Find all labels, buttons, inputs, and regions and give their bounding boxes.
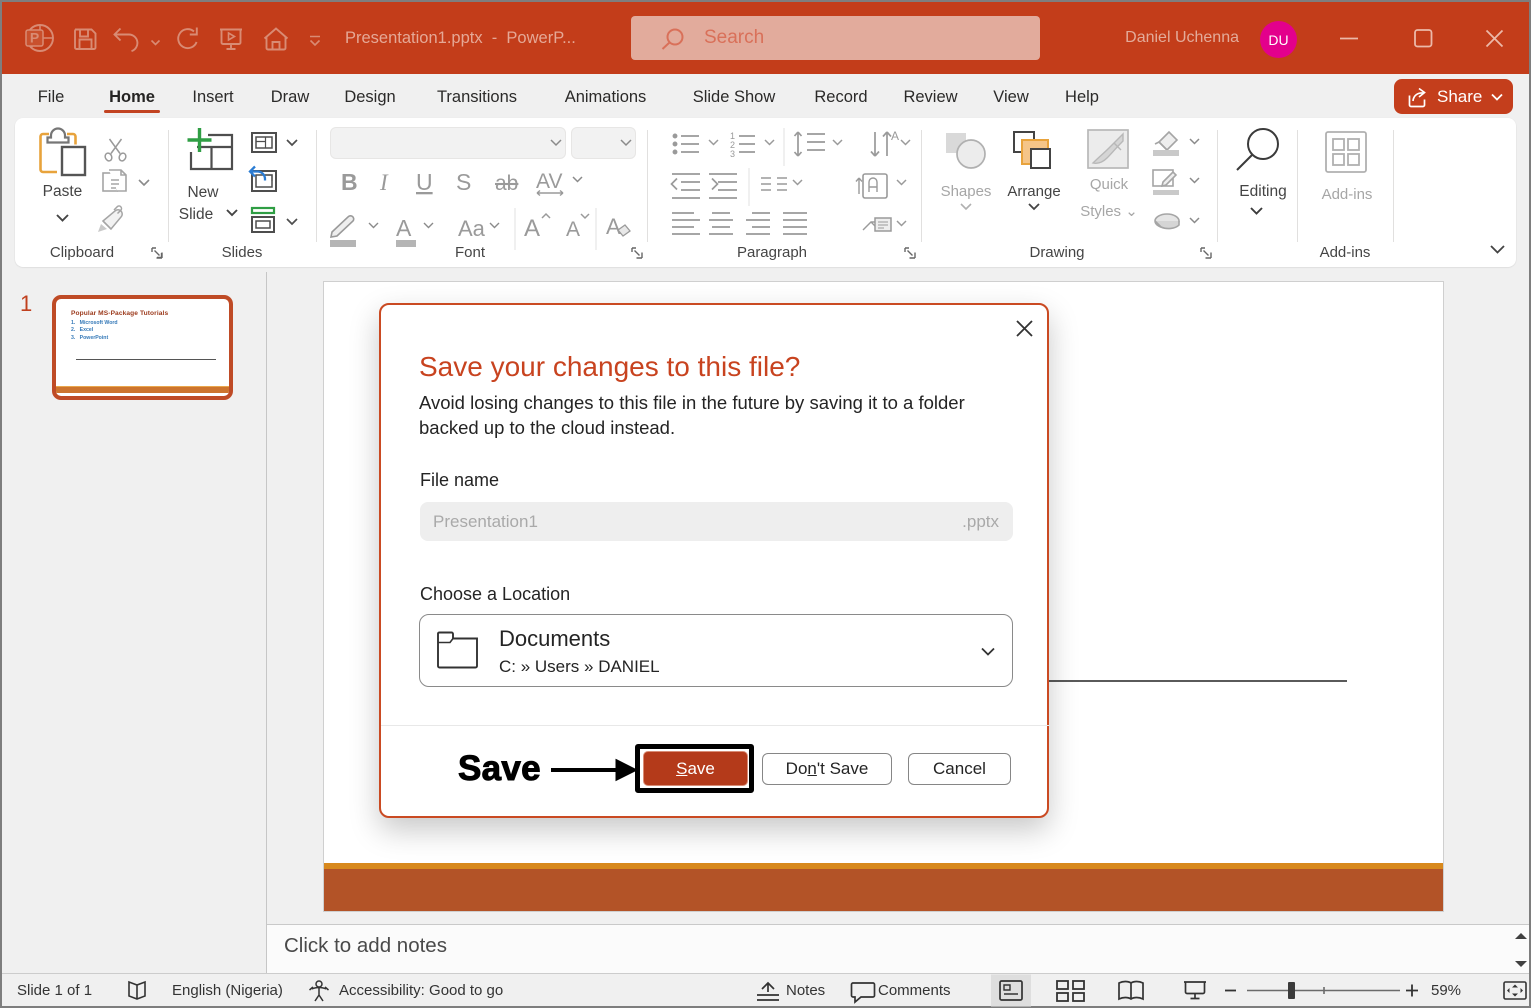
svg-text:A: A [566,218,580,241]
svg-text:A: A [606,214,621,239]
svg-text:3: 3 [730,149,735,159]
svg-text:A: A [891,129,899,143]
svg-text:S: S [456,169,471,195]
svg-text:Aa: Aa [458,216,486,241]
svg-text:A: A [524,215,540,242]
svg-text:ab: ab [495,172,518,195]
svg-text:A: A [396,215,412,241]
svg-text:U: U [416,169,433,195]
svg-text:I: I [379,170,389,195]
svg-text:B: B [341,169,358,195]
svg-text:P: P [30,30,39,46]
svg-text:AV: AV [536,170,562,193]
